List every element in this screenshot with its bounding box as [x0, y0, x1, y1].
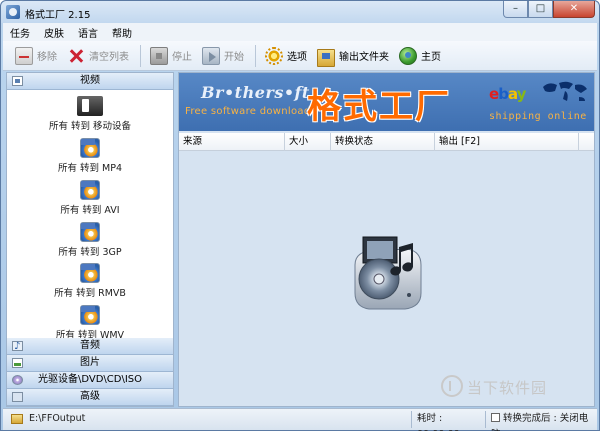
convert-to-mobile[interactable]: 所有 转到 移动设备: [7, 96, 173, 136]
maximize-button[interactable]: □: [528, 1, 553, 18]
banner-title: 格式工厂: [307, 87, 451, 127]
remove-button[interactable]: 移除: [11, 43, 61, 69]
clear-list-button[interactable]: 清空列表: [63, 43, 133, 69]
clear-list-icon: [67, 47, 85, 65]
tools-icon: [12, 392, 23, 402]
ad-banner[interactable]: Br•thers•ft Free software download 格式工厂 …: [179, 73, 594, 131]
world-map-icon: [543, 81, 587, 101]
category-video-label: 视频: [80, 75, 100, 86]
ebay-logo: ebay: [489, 85, 526, 103]
convert-to-wmv[interactable]: 所有 转到 WMV: [7, 305, 173, 341]
task-panel: Br•thers•ft Free software download 格式工厂 …: [178, 72, 595, 407]
category-picture[interactable]: 图片: [7, 355, 173, 372]
task-table-header: 来源 大小 转换状态 输出 [F2]: [179, 133, 594, 151]
mp4-icon: [80, 138, 100, 158]
close-button[interactable]: ✕: [553, 1, 595, 18]
stop-icon: [150, 46, 168, 65]
category-audio-label: 音频: [80, 340, 100, 351]
options-label: 选项: [287, 52, 307, 63]
convert-to-3gp-label: 所有 转到 3GP: [58, 247, 122, 258]
rmvb-icon: [80, 263, 100, 283]
after-done-label: 转换完成后 : 关闭电脑: [491, 413, 589, 431]
elapsed-time: 耗时 : 00:00:00: [411, 411, 485, 431]
after-done-option[interactable]: 转换完成后 : 关闭电脑: [485, 411, 597, 431]
toolbar-separator: [255, 44, 256, 67]
folder-icon: [317, 48, 335, 67]
start-icon: [202, 46, 220, 65]
menu-language[interactable]: 语言: [71, 25, 105, 40]
watermark-text: 当下软件园: [467, 379, 548, 397]
remove-icon: [15, 46, 33, 65]
output-path: E:\FFOutput: [29, 413, 86, 424]
stop-label: 停止: [172, 52, 192, 63]
options-button[interactable]: 选项: [261, 43, 311, 69]
status-bar: E:\FFOutput 耗时 : 00:00:00 转换完成后 : 关闭电脑: [3, 408, 597, 431]
app-logo-icon: [6, 5, 20, 19]
start-button[interactable]: 开始: [198, 43, 248, 69]
free-download-text: Free software download: [185, 106, 311, 117]
stop-button[interactable]: 停止: [146, 43, 196, 69]
convert-to-rmvb-label: 所有 转到 RMVB: [54, 288, 126, 299]
video-conversion-list: 所有 转到 移动设备 所有 转到 MP4 所有 转到 AVI 所有 转到 3GP…: [7, 90, 173, 341]
convert-to-avi[interactable]: 所有 转到 AVI: [7, 180, 173, 220]
app-window: 格式工厂 2.15 – □ ✕ 任务 皮肤 语言 帮助 移除 清空列表 停止 开…: [0, 0, 600, 431]
window-controls: – □ ✕: [503, 1, 595, 19]
category-disc[interactable]: 光驱设备\DVD\CD\ISO: [7, 372, 173, 389]
output-folder-icon: [11, 414, 23, 424]
menu-task[interactable]: 任务: [3, 25, 37, 40]
minimize-button[interactable]: –: [503, 1, 528, 18]
menu-bar: 任务 皮肤 语言 帮助: [3, 23, 597, 41]
convert-to-rmvb[interactable]: 所有 转到 RMVB: [7, 263, 173, 303]
mobile-device-icon: [77, 96, 103, 116]
output-folder-button[interactable]: 输出文件夹: [313, 43, 393, 69]
home-label: 主页: [421, 52, 441, 63]
category-video[interactable]: 视频: [7, 73, 173, 90]
convert-to-mp4-label: 所有 转到 MP4: [57, 163, 122, 174]
category-sidebar: 视频 所有 转到 移动设备 所有 转到 MP4 所有 转到 AVI 所有 转到 …: [6, 72, 174, 407]
col-size[interactable]: 大小: [285, 133, 331, 151]
col-status[interactable]: 转换状态: [331, 133, 435, 151]
menu-help[interactable]: 帮助: [105, 25, 139, 40]
brothersoft-logo: Br•thers•ft: [201, 83, 310, 102]
avi-icon: [80, 180, 100, 200]
category-advanced[interactable]: 高级: [7, 389, 173, 406]
category-advanced-label: 高级: [80, 391, 100, 402]
title-bar[interactable]: 格式工厂 2.15 – □ ✕: [1, 1, 599, 23]
start-label: 开始: [224, 52, 244, 63]
convert-to-avi-label: 所有 转到 AVI: [60, 205, 120, 216]
shipping-online-text: shipping online: [489, 111, 587, 122]
wmv-icon: [80, 305, 100, 325]
menu-skin[interactable]: 皮肤: [37, 25, 71, 40]
video-icon: [12, 76, 23, 86]
watermark-logo-icon: [441, 375, 463, 397]
gear-icon: [265, 46, 283, 65]
category-audio[interactable]: 音频: [7, 338, 173, 355]
disc-icon: [12, 375, 23, 385]
convert-to-mobile-label: 所有 转到 移动设备: [48, 121, 132, 132]
col-output[interactable]: 输出 [F2]: [435, 133, 579, 151]
remove-label: 移除: [37, 52, 57, 63]
globe-icon: [399, 46, 417, 65]
3gp-icon: [80, 222, 100, 242]
music-note-icon: [12, 339, 23, 355]
window-title: 格式工厂 2.15: [25, 10, 91, 21]
convert-to-3gp[interactable]: 所有 转到 3GP: [7, 222, 173, 262]
format-factory-logo-icon: [354, 236, 422, 310]
category-picture-label: 图片: [80, 357, 100, 368]
col-source[interactable]: 来源: [179, 133, 285, 151]
output-folder-label: 输出文件夹: [339, 52, 389, 63]
home-button[interactable]: 主页: [395, 43, 445, 69]
picture-icon: [12, 358, 23, 368]
toolbar-separator: [140, 44, 141, 67]
category-disc-label: 光驱设备\DVD\CD\ISO: [37, 374, 143, 385]
toolbar: 移除 清空列表 停止 开始 选项 输出文件夹 主页: [3, 41, 597, 71]
after-done-checkbox[interactable]: [491, 413, 500, 422]
clear-list-label: 清空列表: [89, 52, 129, 63]
convert-to-mp4[interactable]: 所有 转到 MP4: [7, 138, 173, 178]
